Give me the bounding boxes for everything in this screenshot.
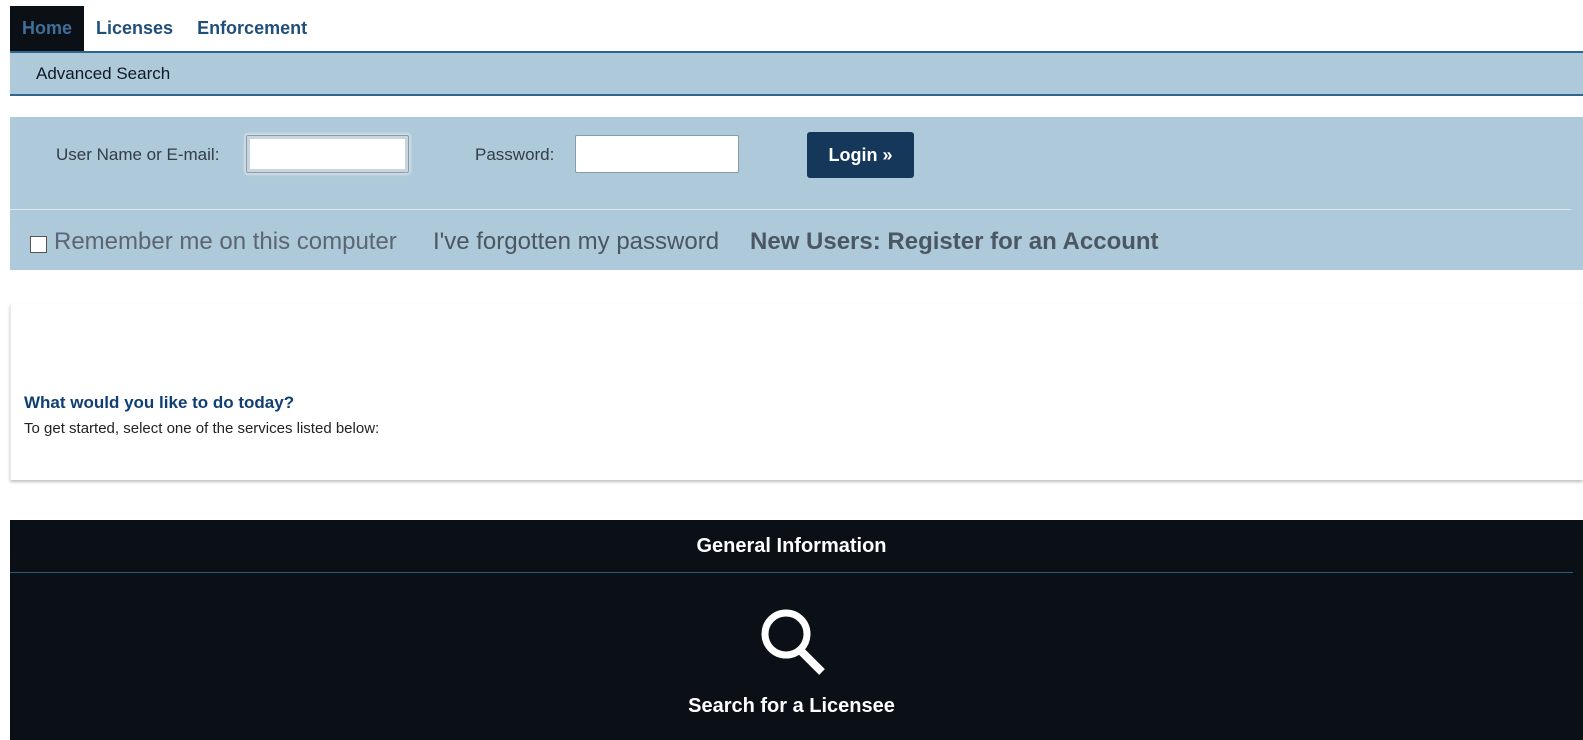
- general-information-section: General Information Search for a License…: [10, 520, 1583, 740]
- search-licensee-link[interactable]: Search for a Licensee: [10, 695, 1573, 718]
- welcome-heading: What would you like to do today?: [24, 393, 295, 412]
- login-button[interactable]: Login »: [807, 132, 914, 178]
- welcome-subtext: To get started, select one of the servic…: [24, 420, 380, 437]
- username-input[interactable]: [246, 135, 409, 173]
- password-label: Password:: [475, 145, 555, 164]
- tab-enforcement[interactable]: Enforcement: [185, 6, 319, 51]
- remember-me: Remember me on this computer: [30, 228, 397, 256]
- tab-licenses[interactable]: Licenses: [84, 6, 185, 51]
- register-link[interactable]: New Users: Register for an Account: [750, 228, 1159, 256]
- main-nav: Home Licenses Enforcement: [10, 6, 319, 58]
- login-panel: User Name or E-mail: Password: Login » R…: [10, 117, 1583, 270]
- forgot-password-link[interactable]: I've forgotten my password: [433, 228, 719, 256]
- welcome-panel: What would you like to do today? To get …: [10, 304, 1583, 480]
- username-label: User Name or E-mail:: [56, 145, 220, 164]
- advanced-search-link[interactable]: Advanced Search: [36, 64, 170, 84]
- section-title: General Information: [10, 520, 1573, 573]
- remember-label[interactable]: Remember me on this computer: [54, 228, 397, 256]
- remember-checkbox[interactable]: [30, 235, 47, 253]
- sub-nav: Advanced Search: [10, 51, 1583, 96]
- search-icon[interactable]: [756, 606, 828, 678]
- password-input[interactable]: [575, 135, 739, 173]
- tab-home[interactable]: Home: [10, 6, 85, 58]
- login-row: User Name or E-mail: Password: Login »: [10, 117, 1583, 209]
- login-links: Remember me on this computer I've forgot…: [10, 210, 1583, 270]
